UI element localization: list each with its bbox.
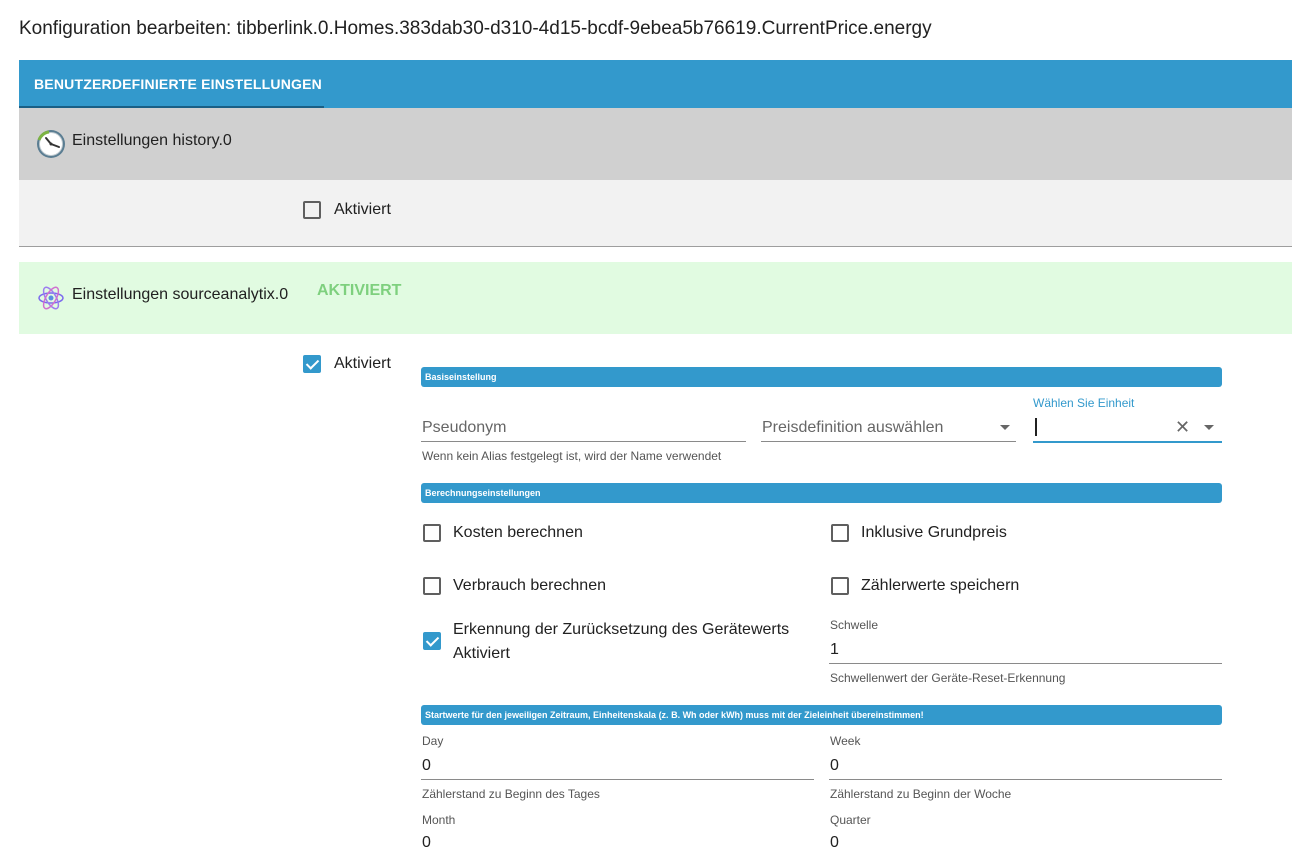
clock-icon — [37, 130, 65, 158]
threshold-input[interactable]: 1 — [830, 641, 839, 659]
base-price-label: Inklusive Grundpreis — [861, 524, 1007, 541]
month-label: Month — [422, 813, 456, 827]
save-meter-values-label: Zählerwerte speichern — [861, 577, 1020, 594]
calculate-costs-label: Kosten berechnen — [453, 524, 583, 541]
quarter-input[interactable]: 0 — [830, 834, 839, 852]
day-input[interactable]: 0 — [422, 757, 431, 775]
unit-select-label: Wählen Sie Einheit — [1033, 396, 1135, 410]
base-price-checkbox[interactable] — [831, 524, 849, 542]
week-input[interactable]: 0 — [830, 757, 839, 775]
week-helper: Zählerstand zu Beginn der Woche — [830, 787, 1012, 801]
status-badge: AKTIVIERT — [317, 282, 402, 299]
sourceanalytix-enabled-label: Aktiviert — [334, 355, 391, 372]
close-icon[interactable]: ✕ — [1175, 418, 1190, 436]
save-meter-values-checkbox[interactable] — [831, 577, 849, 595]
history-enabled-label: Aktiviert — [334, 201, 391, 218]
chevron-down-icon[interactable] — [1000, 425, 1010, 430]
history-section-header[interactable]: Einstellungen history.0 — [19, 108, 1292, 180]
pseudonym-helper: Wenn kein Alias festgelegt ist, wird der… — [422, 449, 722, 463]
month-input[interactable]: 0 — [422, 834, 431, 852]
chevron-down-icon[interactable] — [1204, 425, 1214, 430]
sourceanalytix-section-header[interactable]: Einstellungen sourceanalytix.0 AKTIVIERT — [19, 262, 1292, 334]
calculate-consumption-checkbox[interactable] — [423, 577, 441, 595]
calculate-costs-checkbox[interactable] — [423, 524, 441, 542]
section-bar-start-values: Startwerte für den jeweiligen Zeitraum, … — [421, 705, 1222, 725]
unit-select-input[interactable] — [1035, 418, 1037, 436]
section-bar-basic: Basiseinstellung — [421, 367, 1222, 387]
quarter-label: Quarter — [830, 813, 871, 827]
pseudonym-input[interactable]: Pseudonym — [422, 419, 507, 437]
day-underline — [421, 779, 814, 780]
sourceanalytix-enabled-checkbox[interactable] — [303, 355, 321, 373]
reset-detection-label: Erkennung der Zurücksetzung des Gerätewe… — [453, 621, 790, 638]
reset-detection-checkbox[interactable] — [423, 632, 441, 650]
calculate-consumption-label: Verbrauch berechnen — [453, 577, 606, 594]
sourceanalytix-section-title: Einstellungen sourceanalytix.0 — [72, 286, 289, 303]
unit-select-underline — [1033, 441, 1222, 443]
history-section-body: Aktiviert — [19, 180, 1292, 247]
atom-icon — [38, 286, 64, 310]
page-title: Konfiguration bearbeiten: tibberlink.0.H… — [19, 18, 932, 39]
threshold-label: Schwelle — [830, 618, 879, 632]
price-definition-underline — [761, 441, 1016, 442]
section-bar-calculation: Berechnungseinstellungen — [421, 483, 1222, 503]
history-section-title: Einstellungen history.0 — [72, 132, 232, 149]
day-label: Day — [422, 734, 444, 748]
week-label: Week — [830, 734, 861, 748]
day-helper: Zählerstand zu Beginn des Tages — [422, 787, 600, 801]
pseudonym-underline — [421, 441, 746, 442]
tab-custom-settings[interactable]: BENUTZERDEFINIERTE EINSTELLUNGEN — [19, 60, 324, 108]
threshold-underline — [829, 663, 1222, 664]
week-underline — [829, 779, 1222, 780]
reset-detection-label-status: Aktiviert — [453, 645, 510, 662]
history-enabled-checkbox[interactable] — [303, 201, 321, 219]
price-definition-select[interactable]: Preisdefinition auswählen — [762, 419, 943, 437]
threshold-helper: Schwellenwert der Geräte-Reset-Erkennung — [830, 671, 1066, 685]
tab-bar: BENUTZERDEFINIERTE EINSTELLUNGEN — [19, 60, 1292, 108]
